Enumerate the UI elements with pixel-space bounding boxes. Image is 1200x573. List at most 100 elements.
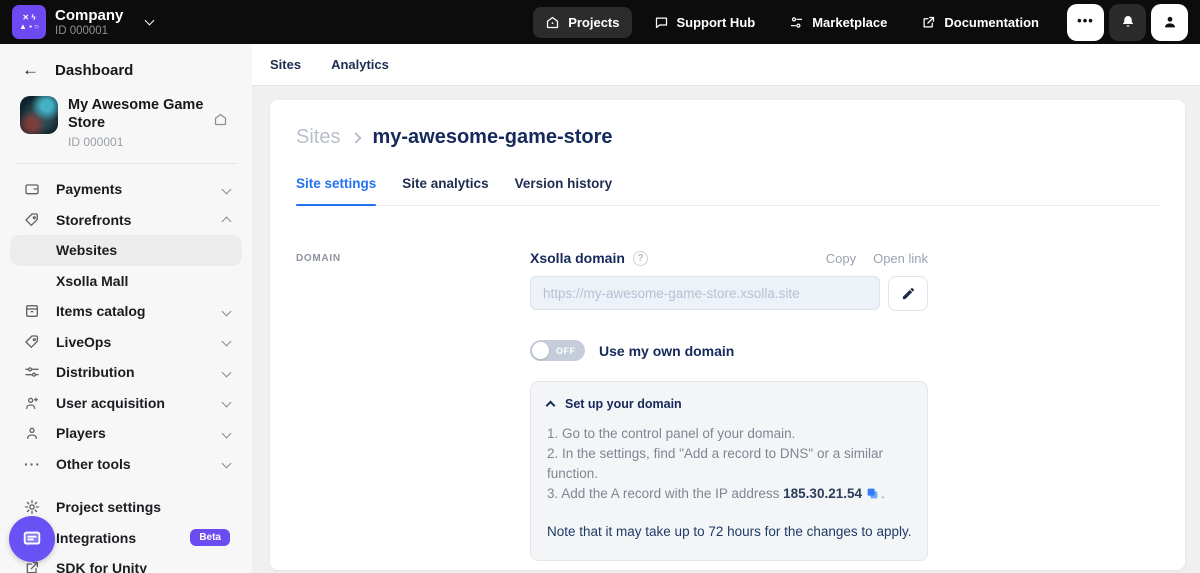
company-name: Company: [55, 7, 123, 24]
toggle-state-label: OFF: [556, 346, 576, 356]
sidebar-item-label: Storefronts: [56, 212, 131, 228]
company-id: ID 000001: [55, 24, 123, 38]
box-icon: [24, 303, 42, 319]
nav-support-hub-label: Support Hub: [677, 15, 756, 30]
sidebar-item-label: Project settings: [56, 499, 161, 515]
pencil-icon: [901, 286, 916, 301]
topbar: ✕ ϟ▲ ▪ ○ Company ID 000001 Projects Supp…: [0, 0, 1200, 44]
subnav-analytics[interactable]: Analytics: [331, 57, 389, 72]
domain-section: DOMAIN Xsolla domain ? Copy Open link: [296, 250, 1159, 561]
sidebar-item-xsolla-mall[interactable]: Xsolla Mall: [10, 266, 242, 297]
sidebar-item-label: LiveOps: [56, 334, 111, 350]
tag-icon: [24, 212, 42, 228]
sidebar-menu: Payments Storefronts Websites Xsolla Mal…: [0, 174, 252, 573]
page-title: my-awesome-game-store: [372, 126, 612, 149]
sliders-icon: [24, 364, 42, 380]
toggle-knob: [532, 342, 549, 359]
sidebar-item-label: Items catalog: [56, 303, 145, 319]
sidebar-item-items-catalog[interactable]: Items catalog: [10, 296, 242, 327]
xsolla-domain-label: Xsolla domain: [530, 250, 625, 266]
ellipsis-icon: ···: [24, 456, 42, 472]
chevron-down-icon: [222, 428, 232, 438]
sidebar-item-label: Players: [56, 425, 106, 441]
edit-domain-button[interactable]: [888, 276, 928, 311]
top-navigation: Projects Support Hub Marketplace Documen…: [533, 7, 1051, 38]
wallet-icon: [24, 181, 42, 197]
project-id: ID 000001: [68, 135, 210, 149]
sidebar-item-websites[interactable]: Websites: [10, 235, 242, 266]
dashboard-link[interactable]: Dashboard: [55, 62, 133, 79]
home-icon[interactable]: [213, 112, 228, 132]
nav-documentation-label: Documentation: [944, 15, 1039, 30]
sidebar-item-label: Other tools: [56, 456, 131, 472]
nav-support-hub[interactable]: Support Hub: [642, 7, 768, 38]
project-block[interactable]: My Awesome Game Store ID 000001: [0, 90, 252, 161]
sidebar-item-project-settings[interactable]: Project settings: [10, 492, 242, 523]
tab-version-history[interactable]: Version history: [515, 176, 613, 205]
chevron-down-icon: [145, 16, 155, 26]
ellipsis-icon: •••: [1077, 13, 1094, 28]
nav-documentation[interactable]: Documentation: [909, 7, 1051, 38]
chevron-down-icon: [222, 184, 232, 194]
sliders-icon: [789, 15, 804, 30]
account-button[interactable]: [1151, 4, 1188, 41]
ip-address: 185.30.21.54: [783, 486, 862, 501]
sidebar-item-liveops[interactable]: LiveOps: [10, 327, 242, 358]
copy-link[interactable]: Copy: [826, 251, 856, 266]
chevron-down-icon: [222, 367, 232, 377]
chat-widget-icon: [21, 528, 43, 550]
sidebar-item-label: Integrations: [56, 530, 136, 546]
nav-projects-label: Projects: [568, 15, 619, 30]
setup-panel-header[interactable]: Set up your domain: [547, 397, 911, 411]
open-link[interactable]: Open link: [873, 251, 928, 266]
menu-gap: [0, 479, 252, 492]
divider: [16, 163, 236, 164]
breadcrumb: Sites my-awesome-game-store: [296, 126, 1159, 149]
setup-step-1: 1. Go to the control panel of your domai…: [547, 424, 911, 444]
setup-step-3-text: 3. Add the A record with the IP address: [547, 486, 783, 501]
subnav-sites[interactable]: Sites: [270, 57, 301, 72]
use-own-domain-label: Use my own domain: [599, 343, 734, 359]
sidebar-item-user-acquisition[interactable]: User acquisition: [10, 388, 242, 419]
sidebar-item-distribution[interactable]: Distribution: [10, 357, 242, 388]
chevron-down-icon: [222, 306, 232, 316]
tabs: Site settings Site analytics Version his…: [296, 176, 1159, 206]
sidebar-item-label: Websites: [56, 242, 117, 258]
nav-projects[interactable]: Projects: [533, 7, 631, 38]
back-arrow-icon[interactable]: ←: [22, 60, 39, 80]
sidebar-item-payments[interactable]: Payments: [10, 174, 242, 205]
chevron-up-icon: [546, 401, 556, 411]
setup-step-3: 3. Add the A record with the IP address …: [547, 484, 911, 506]
tag-icon: [24, 334, 42, 350]
topbar-actions: •••: [1067, 4, 1188, 41]
sidebar-item-label: Xsolla Mall: [56, 273, 128, 289]
home-icon: [545, 15, 560, 30]
gear-icon: [24, 499, 42, 515]
company-switcher[interactable]: ✕ ϟ▲ ▪ ○ Company ID 000001: [12, 5, 153, 39]
use-own-domain-toggle[interactable]: OFF: [530, 340, 585, 361]
xsolla-domain-input[interactable]: [530, 276, 880, 310]
xsolla-logo-icon: ✕ ϟ▲ ▪ ○: [12, 5, 46, 39]
copy-icon[interactable]: [866, 486, 879, 506]
tab-site-settings[interactable]: Site settings: [296, 176, 376, 205]
nav-marketplace[interactable]: Marketplace: [777, 7, 899, 38]
sidebar-item-label: User acquisition: [56, 395, 165, 411]
external-link-icon: [921, 15, 936, 30]
setup-note: Note that it may take up to 72 hours for…: [547, 522, 927, 542]
sidebar-item-label: Payments: [56, 181, 122, 197]
more-options-button[interactable]: •••: [1067, 4, 1104, 41]
beta-badge: Beta: [190, 529, 230, 546]
sidebar-item-players[interactable]: Players: [10, 418, 242, 449]
breadcrumb-sites[interactable]: Sites: [296, 126, 340, 149]
subnav: Sites Analytics: [252, 44, 1200, 86]
chat-launcher-button[interactable]: [9, 516, 55, 562]
sidebar-item-label: SDK for Unity: [56, 560, 147, 573]
notifications-button[interactable]: [1109, 4, 1146, 41]
user-plus-icon: [24, 395, 42, 411]
tab-site-analytics[interactable]: Site analytics: [402, 176, 488, 205]
sidebar-item-other-tools[interactable]: ··· Other tools: [10, 449, 242, 480]
help-icon[interactable]: ?: [633, 251, 648, 266]
sidebar-item-storefronts[interactable]: Storefronts: [10, 205, 242, 236]
setup-steps: 1. Go to the control panel of your domai…: [547, 424, 911, 506]
setup-step-2: 2. In the settings, find "Add a record t…: [547, 444, 911, 484]
